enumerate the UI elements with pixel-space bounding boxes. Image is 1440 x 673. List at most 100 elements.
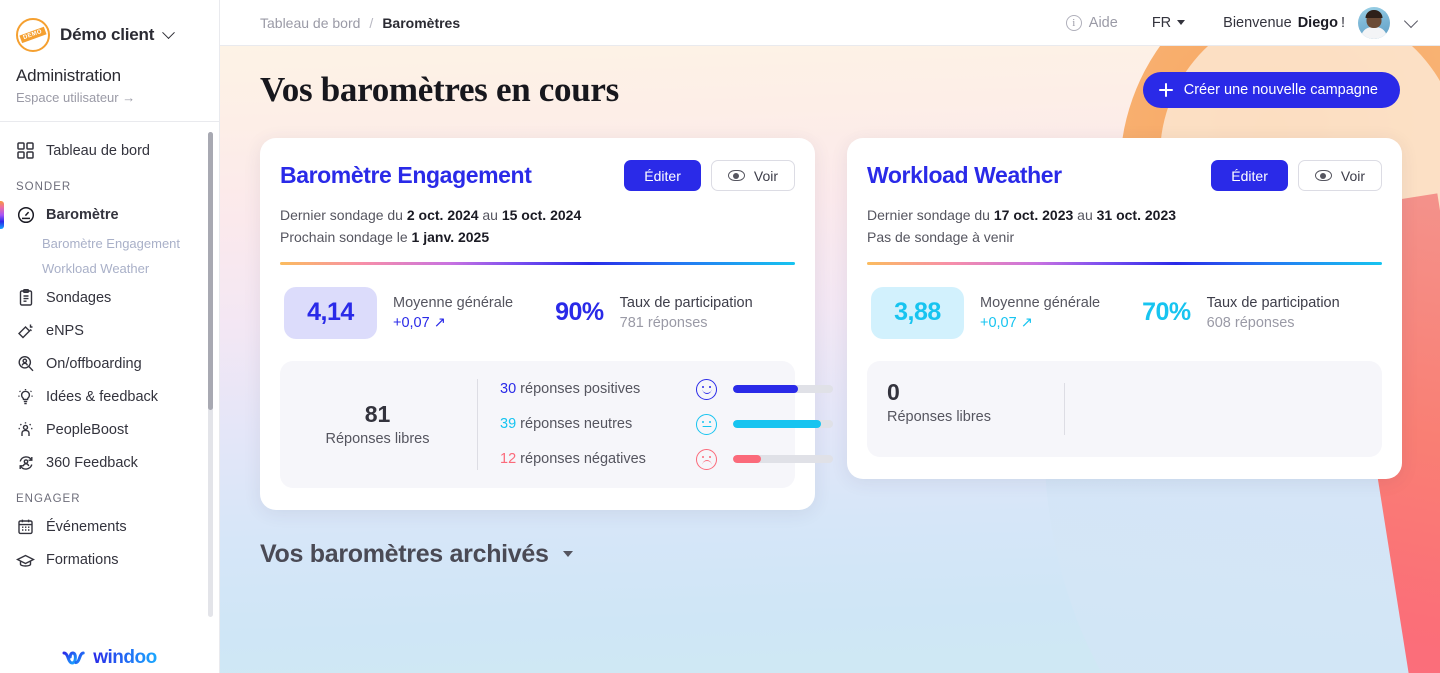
content-wrapper: Vos baromètres en cours Créer une nouvel… xyxy=(220,46,1440,569)
caret-down-icon[interactable] xyxy=(562,551,573,558)
sidebar-item-idees-feedback[interactable]: Idées & feedback xyxy=(0,380,219,413)
sidebar-group-engager: ENGAGER xyxy=(16,493,81,505)
card-header: Workload Weather Éditer Voir xyxy=(867,160,1382,191)
view-button[interactable]: Voir xyxy=(710,160,795,191)
score-chip: 4,14 xyxy=(284,286,377,339)
chevron-down-icon xyxy=(162,25,176,39)
sidebar-item-barometre[interactable]: Baromètre xyxy=(0,198,219,231)
card-dates: Dernier sondage du 17 oct. 2023 au 31 oc… xyxy=(867,205,1382,248)
sidebar-item-evenements[interactable]: Événements xyxy=(0,510,219,543)
next-survey-date: 1 janv. 2025 xyxy=(411,228,490,245)
sentiment-bar xyxy=(733,420,833,429)
vertical-divider xyxy=(477,378,478,470)
participation-label: Taux de participation xyxy=(619,294,753,311)
sentiment-bar xyxy=(733,385,833,394)
view-button[interactable]: Voir xyxy=(1297,160,1382,191)
gauge-icon xyxy=(16,205,35,224)
smiley-happy-icon xyxy=(696,378,717,400)
top-header: Tableau de bord / Baromètres i Aide FR B… xyxy=(220,0,1440,46)
header-actions: i Aide FR Bienvenue Diego ! xyxy=(1065,6,1440,39)
responses-count: 781 réponses xyxy=(619,314,708,331)
last-survey-line: Dernier sondage du 17 oct. 2023 au 31 oc… xyxy=(867,205,1382,227)
chevron-down-icon[interactable] xyxy=(1403,13,1419,28)
edit-button[interactable]: Éditer xyxy=(1211,160,1288,191)
last-survey-mid: au xyxy=(1077,207,1093,223)
plus-icon xyxy=(1158,83,1173,97)
sentiment-text: 39 réponses neutres xyxy=(500,416,696,432)
magnifier-person-icon xyxy=(16,354,35,373)
free-responses-box: 0 Réponses libres xyxy=(867,360,1382,457)
user-name: Diego xyxy=(1297,14,1338,31)
barometer-card-workload-weather: Workload Weather Éditer Voir Dernier son… xyxy=(847,138,1402,479)
create-campaign-button[interactable]: Créer une nouvelle campagne xyxy=(1142,72,1400,108)
sidebar-item-enps[interactable]: eNPS xyxy=(0,314,219,347)
demo-logo-icon: DEMO xyxy=(16,18,50,52)
sidebar-item-label: On/offboarding xyxy=(46,355,142,372)
score-label: Moyenne générale xyxy=(393,294,514,311)
score-delta: +0,07 ↗ xyxy=(393,314,446,331)
sidebar-item-label: PeopleBoost xyxy=(46,421,129,438)
grid-icon xyxy=(16,141,35,160)
user-space-link[interactable]: Espace utilisateur → xyxy=(16,90,203,105)
language-value: FR xyxy=(1151,14,1172,31)
sentiment-count: 12 xyxy=(500,451,517,468)
edit-button[interactable]: Éditer xyxy=(624,160,701,191)
participation-value: 70% xyxy=(1142,298,1191,327)
archived-section: Vos baromètres archivés xyxy=(260,540,1400,569)
card-stats: 4,14 Moyenne générale +0,07 ↗ 90% Taux d… xyxy=(280,286,795,339)
next-survey-line: Prochain sondage le 1 janv. 2025 xyxy=(280,227,795,249)
avatar[interactable] xyxy=(1358,6,1390,39)
sidebar-item-formations[interactable]: Formations xyxy=(0,543,219,576)
card-title: Workload Weather xyxy=(867,162,1062,188)
free-responses-label: Réponses libres xyxy=(325,431,430,448)
sidebar-item-peopleboost[interactable]: PeopleBoost xyxy=(0,413,219,446)
sidebar-item-label: Tableau de bord xyxy=(46,142,150,159)
page-title: Vos baromètres en cours xyxy=(260,70,619,109)
sidebar-footer: windoo xyxy=(0,643,219,673)
info-icon: i xyxy=(1065,14,1082,31)
chevron-down-icon xyxy=(1177,20,1186,25)
sidebar-item-tableau-de-bord[interactable]: Tableau de bord xyxy=(0,134,219,167)
card-dates: Dernier sondage du 2 oct. 2024 au 15 oct… xyxy=(280,205,795,248)
sentiment-label: réponses positives xyxy=(520,381,641,398)
sidebar-subitem-workload-weather[interactable]: Workload Weather xyxy=(0,256,219,281)
language-selector[interactable]: FR xyxy=(1151,14,1186,31)
person-spark-icon xyxy=(16,420,35,439)
admin-block: Administration Espace utilisateur → xyxy=(0,52,219,105)
card-stats: 3,88 Moyenne générale +0,07 ↗ 70% Taux d… xyxy=(867,286,1382,339)
gradient-divider xyxy=(280,262,795,265)
last-survey-start: 2 oct. 2024 xyxy=(406,207,479,223)
sidebar-item-on-offboarding[interactable]: On/offboarding xyxy=(0,347,219,380)
help-label: Aide xyxy=(1088,14,1118,31)
avatar-hair xyxy=(1365,9,1383,18)
participation-labels: Taux de participation 608 réponses xyxy=(1207,295,1340,331)
score-chip: 3,88 xyxy=(871,286,964,339)
main-content: Vos baromètres en cours Créer une nouvel… xyxy=(220,46,1440,673)
free-responses-number: 81 xyxy=(364,401,391,428)
sentiment-rows xyxy=(1087,379,1362,439)
workspace-switcher[interactable]: DEMO Démo client xyxy=(16,18,203,52)
breadcrumb-separator: / xyxy=(369,14,374,31)
sentiment-rows: 30 réponses positives 39 réponses neutre… xyxy=(500,378,833,470)
sentiment-text: 12 réponses négatives xyxy=(500,451,696,467)
card-title: Baromètre Engagement xyxy=(280,162,532,188)
clipboard-icon xyxy=(16,288,35,307)
sidebar-item-sondages[interactable]: Sondages xyxy=(0,281,219,314)
participation-labels: Taux de participation 781 réponses xyxy=(620,295,753,331)
sidebar-item-label: Idées & feedback xyxy=(46,388,159,405)
last-survey-mid: au xyxy=(482,207,498,223)
sidebar-header: DEMO Démo client xyxy=(0,0,219,52)
sidebar-item-360-feedback[interactable]: 360 Feedback xyxy=(0,446,219,479)
smiley-neutral-icon xyxy=(696,413,717,435)
gradient-divider xyxy=(867,262,1382,265)
score-label: Moyenne générale xyxy=(980,294,1101,311)
last-survey-start: 17 oct. 2023 xyxy=(993,207,1074,223)
sidebar-subitem-barometre-engagement[interactable]: Baromètre Engagement xyxy=(0,231,219,256)
help-button[interactable]: i Aide xyxy=(1065,14,1118,31)
eye-icon xyxy=(1314,170,1332,181)
windoo-logo-text: windoo xyxy=(93,647,157,668)
responses-count: 608 réponses xyxy=(1206,314,1295,331)
sidebar-item-label: Événements xyxy=(46,518,127,535)
breadcrumb-parent[interactable]: Tableau de bord xyxy=(260,15,360,31)
last-survey-prefix: Dernier sondage du xyxy=(280,207,403,223)
